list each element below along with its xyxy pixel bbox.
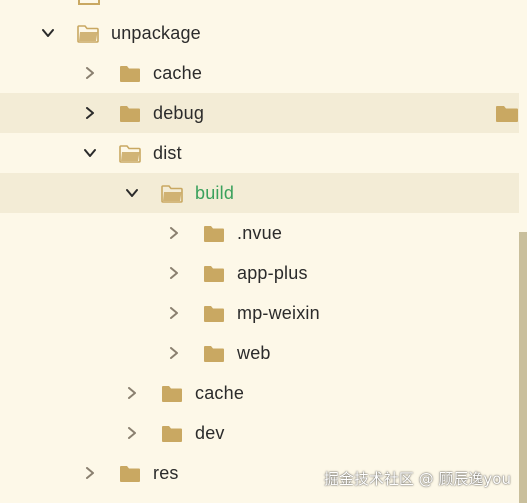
vertical-scrollbar-thumb[interactable] <box>519 232 527 503</box>
tree-item-web[interactable]: web <box>0 333 519 373</box>
folder-icon <box>119 465 141 483</box>
tree-item-label: .nvue <box>237 223 283 243</box>
reveal-folder-icon[interactable] <box>495 105 519 123</box>
tree-item-app-plus[interactable]: app-plus <box>0 253 519 293</box>
tree-item-label: dev <box>195 423 225 443</box>
chevron-right-icon[interactable] <box>84 67 96 79</box>
tree-item-label: cache <box>153 63 203 83</box>
watermark: 掘金技术社区 @ 顾辰逸you <box>323 470 511 488</box>
chevron-down-icon[interactable] <box>42 27 54 39</box>
chevron-right-icon[interactable] <box>168 227 180 239</box>
tree-item-label: web <box>237 343 271 363</box>
tree-item-unpackage[interactable]: unpackage <box>0 13 519 53</box>
tree-item-cache[interactable]: cache <box>0 53 519 93</box>
folder-icon <box>161 385 183 403</box>
chevron-right-icon[interactable] <box>168 347 180 359</box>
chevron-right-icon[interactable] <box>84 107 96 119</box>
folder-icon <box>119 105 141 123</box>
chevron-down-icon[interactable] <box>126 187 138 199</box>
folder-icon <box>203 345 225 363</box>
tree-item-label: debug <box>153 103 205 123</box>
tree-item-label: unpackage <box>111 23 201 43</box>
tree-item-label: mp-weixin <box>237 303 320 323</box>
tree-item-dev[interactable]: dev <box>0 413 519 453</box>
folder-icon <box>203 265 225 283</box>
tree-item-dist[interactable]: dist <box>0 133 519 173</box>
tree-item-label: cache <box>195 383 245 403</box>
tree-item-build[interactable]: build <box>0 173 519 213</box>
partial-folder-icon <box>78 0 100 5</box>
tree-item-nvue[interactable]: .nvue <box>0 213 519 253</box>
folder-open-icon <box>77 25 99 43</box>
folder-icon <box>203 305 225 323</box>
tree-item-label: res <box>153 463 179 483</box>
tree-item-mp-weixin[interactable]: mp-weixin <box>0 293 519 333</box>
folder-open-icon <box>161 185 183 203</box>
tree-item-label: dist <box>153 143 182 163</box>
tree-item-cache[interactable]: cache <box>0 373 519 413</box>
folder-open-icon <box>119 145 141 163</box>
tree-item-debug[interactable]: debug <box>0 93 519 133</box>
tree-item-label: app-plus <box>237 263 308 283</box>
chevron-right-icon[interactable] <box>168 267 180 279</box>
folder-icon <box>119 65 141 83</box>
folder-icon <box>161 425 183 443</box>
chevron-down-icon[interactable] <box>84 147 96 159</box>
folder-icon <box>203 225 225 243</box>
file-explorer-tree: unpackage cache debug dist build .nvue app-plu… <box>0 0 527 503</box>
chevron-right-icon[interactable] <box>126 427 138 439</box>
chevron-right-icon[interactable] <box>126 387 138 399</box>
chevron-right-icon[interactable] <box>168 307 180 319</box>
chevron-right-icon[interactable] <box>84 467 96 479</box>
tree-item-label: build <box>195 183 235 203</box>
